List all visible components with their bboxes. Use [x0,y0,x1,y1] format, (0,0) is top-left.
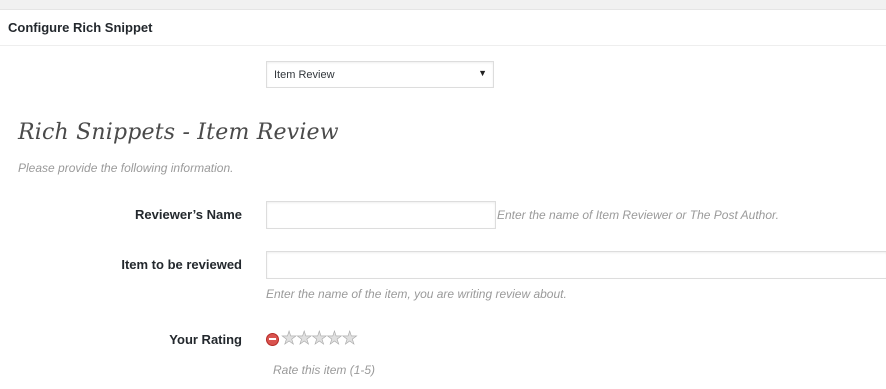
rating-widget[interactable]: ★ ★ ★ ★ ★ [266,329,358,348]
item-name-input[interactable] [266,251,886,279]
star-icon[interactable]: ★ [326,329,343,348]
snippet-type-selected-value: Item Review [274,69,335,81]
section-description: Please provide the following information… [18,161,234,175]
star-icon[interactable]: ★ [341,329,358,348]
rating-hint: Rate this item (1-5) [273,363,376,377]
snippet-type-select[interactable]: Item Review ▼ [266,61,494,88]
item-name-hint: Enter the name of the item, you are writ… [266,287,567,301]
triangle-down-icon: ▼ [478,68,487,78]
section-title: Rich Snippets - Item Review [18,120,339,145]
top-strip [0,0,886,10]
cancel-icon[interactable] [266,332,279,346]
reviewer-name-hint: Enter the name of Item Reviewer or The P… [497,208,779,222]
star-icon[interactable]: ★ [281,329,298,348]
rating-label: Your Rating [169,332,242,347]
item-name-label: Item to be reviewed [121,257,242,272]
reviewer-name-input[interactable] [266,201,496,229]
panel-header: Configure Rich Snippet [0,10,886,46]
star-icon[interactable]: ★ [296,329,313,348]
reviewer-name-label: Reviewer’s Name [135,207,242,222]
rich-snippet-panel: Configure Rich Snippet Item Review ▼ Ric… [0,10,886,389]
panel-title: Configure Rich Snippet [8,20,153,35]
star-icon[interactable]: ★ [311,329,328,348]
